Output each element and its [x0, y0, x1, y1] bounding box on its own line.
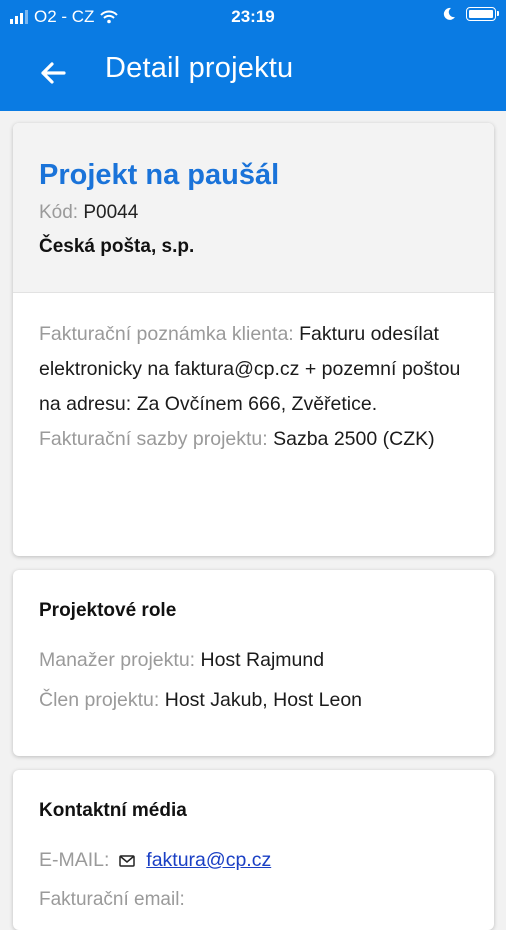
contacts-card: Kontaktní média E-MAIL: faktura@cp.cz Fa…: [13, 770, 494, 930]
project-billing: Fakturační poznámka klienta: Fakturu ode…: [13, 293, 494, 457]
billing-rates-label: Fakturační sazby projektu:: [39, 428, 268, 450]
project-header: Projekt na paušál Kód: P0044 Česká pošta…: [13, 123, 494, 293]
status-right: [442, 7, 499, 21]
status-bar: O2 - CZ 23:19: [0, 0, 506, 34]
clock: 23:19: [231, 7, 275, 26]
billing-note-label: Fakturační poznámka klienta:: [39, 323, 294, 345]
code-value: P0044: [83, 202, 139, 223]
manager-value: Host Rajmund: [200, 649, 325, 671]
project-name: Projekt na paušál: [39, 159, 280, 191]
back-arrow-icon[interactable]: [36, 56, 70, 90]
billing-rates-value: Sazba 2500 (CZK): [273, 428, 435, 450]
billing-rates-row: Fakturační sazby projektu: Sazba 2500 (C…: [39, 422, 468, 457]
project-card: Projekt na paušál Kód: P0044 Česká pošta…: [13, 123, 494, 556]
email-link[interactable]: faktura@cp.cz: [146, 849, 271, 871]
code-label: Kód:: [39, 202, 79, 223]
member-label: Člen projektu:: [39, 689, 160, 711]
billing-note-row: Fakturační poznámka klienta: Fakturu ode…: [39, 317, 468, 422]
client-name: Česká pošta, s.p.: [39, 236, 195, 257]
roles-list: Manažer projektu: Host Rajmund Člen proj…: [13, 624, 494, 720]
project-code-row: Kód: P0044: [39, 200, 468, 226]
contacts-title: Kontaktní média: [39, 800, 187, 821]
email-row: E-MAIL: faktura@cp.cz: [39, 840, 468, 880]
member-row: Člen projektu: Host Jakub, Host Leon: [39, 680, 468, 720]
contacts-list: E-MAIL: faktura@cp.cz Fakturační email:: [13, 824, 494, 920]
next-contact-label: Fakturační email:: [39, 889, 185, 910]
email-label: E-MAIL:: [39, 849, 110, 871]
app-bar: Detail projektu: [0, 34, 506, 111]
manager-label: Manažer projektu:: [39, 649, 196, 671]
page-title: Detail projektu: [105, 52, 294, 84]
manager-row: Manažer projektu: Host Rajmund: [39, 640, 468, 680]
member-value: Host Jakub, Host Leon: [164, 689, 363, 711]
roles-card: Projektové role Manažer projektu: Host R…: [13, 570, 494, 756]
mail-icon: [119, 855, 135, 867]
moon-icon: [443, 7, 455, 20]
roles-title: Projektové role: [39, 600, 177, 621]
battery-icon: [466, 7, 499, 21]
